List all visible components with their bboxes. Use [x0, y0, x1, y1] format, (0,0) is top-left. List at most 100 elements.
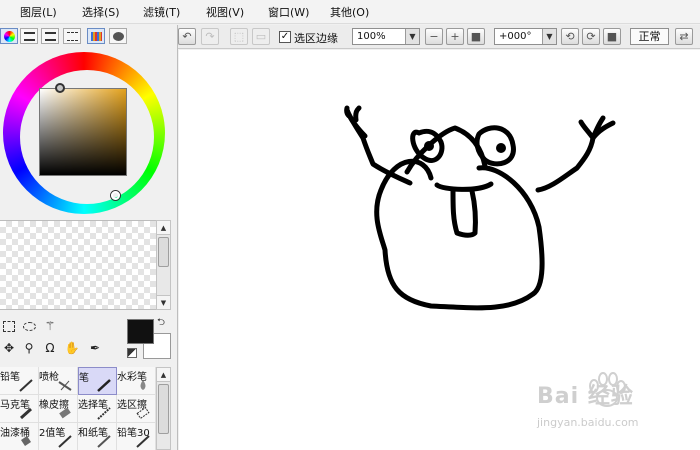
brush-watercolor[interactable]: 水彩笔: [117, 367, 156, 395]
watermark-url: jingyan.baidu.com: [537, 416, 639, 429]
selection-edge-label: 选区边缘: [294, 32, 338, 45]
view-mode-button[interactable]: 正常: [630, 28, 669, 45]
reset-colors-icon[interactable]: [127, 348, 137, 358]
reset-square-icon: ■: [606, 30, 618, 43]
eraser-icon: [59, 407, 71, 419]
brush-selection-eraser[interactable]: 选区擦: [117, 395, 156, 423]
scroll-up-icon[interactable]: ▲: [157, 221, 170, 235]
left-arm-fingers-stroke: [344, 105, 368, 139]
tongue-stroke: [450, 187, 478, 238]
zoom-out-button[interactable]: −: [425, 28, 443, 45]
eyedropper-tool[interactable]: ✒: [86, 339, 104, 357]
magnifier-icon: ⚲: [24, 341, 34, 355]
redo-button[interactable]: ↷: [201, 28, 219, 45]
selection-edge-checkbox[interactable]: ✓: [279, 31, 291, 43]
pencil-30-icon: [136, 435, 150, 448]
brush-pencil[interactable]: 铅笔: [0, 367, 39, 395]
pencil-icon: [19, 379, 33, 392]
hue-marker[interactable]: [55, 83, 65, 93]
scroll-down-icon[interactable]: ▼: [157, 295, 170, 309]
intermediate-color-tab[interactable]: [63, 28, 81, 44]
brush-label: 喷枪: [39, 372, 59, 383]
swap-colors-icon[interactable]: ⮌: [157, 315, 165, 332]
hand-tool[interactable]: ✋: [63, 339, 81, 357]
magic-wand-tool[interactable]: ⚚: [41, 317, 59, 335]
foreground-color-swatch[interactable]: [127, 319, 154, 344]
chevron-down-icon: ▼: [405, 29, 419, 44]
brush-pen[interactable]: 笔: [78, 367, 117, 395]
zoom-select[interactable]: 100% ▼: [352, 28, 420, 45]
right-eye-stroke: [474, 125, 516, 167]
saturation-value-marker[interactable]: [111, 191, 120, 200]
menu-window[interactable]: 窗口(W): [268, 4, 309, 20]
scratchpad-icon: [112, 31, 124, 41]
brush-scrollbar[interactable]: ▲: [156, 367, 171, 450]
menu-view[interactable]: 视图(V): [206, 4, 244, 20]
zoom-reset-button[interactable]: ■: [467, 28, 485, 45]
undo-icon: ↶: [182, 30, 192, 43]
lasso-icon: [22, 321, 36, 331]
scroll-thumb[interactable]: [158, 384, 169, 434]
menu-layer[interactable]: 图层(L): [20, 4, 57, 20]
rotate-tool[interactable]: Ω: [41, 339, 59, 357]
brush-paint-bucket[interactable]: 油漆桶: [0, 423, 39, 450]
undo-button[interactable]: ↶: [178, 28, 196, 45]
brush-pencil-30[interactable]: 铅笔30: [117, 423, 156, 450]
brush-label: 笔: [79, 373, 89, 384]
zoom-tool[interactable]: ⚲: [20, 339, 38, 357]
rotate-left-button[interactable]: ⟲: [561, 28, 579, 45]
swatches-tab[interactable]: [87, 28, 105, 44]
scratchpad-tab[interactable]: [109, 28, 127, 44]
menu-filter[interactable]: 滤镜(T): [143, 4, 180, 20]
rgb-slider-tab[interactable]: [20, 28, 38, 44]
watermark-logo: Bai 经验: [537, 384, 634, 409]
brush-selection-pen[interactable]: 选择笔: [78, 395, 117, 423]
right-eye-pupil: [496, 143, 506, 153]
rotation-value: +000°: [499, 31, 532, 42]
toolbar: ↶ ↷ ⬚ ▭ ✓ 选区边缘 100% ▼ − + ■ +000° ▼ ⟲ ⟳ …: [178, 25, 700, 49]
magic-wand-icon: ⚚: [44, 319, 56, 333]
menu-bar: 图层(L) 选择(S) 滤镜(T) 视图(V) 窗口(W) 其他(O): [0, 0, 700, 24]
invert-selection-icon: ▭: [255, 30, 267, 43]
deselect-button[interactable]: ⬚: [230, 28, 248, 45]
move-icon: ✥: [3, 341, 15, 355]
menu-other[interactable]: 其他(O): [330, 4, 369, 20]
rotation-reset-button[interactable]: ■: [603, 28, 621, 45]
color-wheel-tab[interactable]: [0, 28, 18, 44]
hand-icon: ✋: [64, 341, 80, 355]
left-panel: ▲ ▼ ⚚ ✥ ⚲ Ω ✋ ✒ ⮌ 铅笔 喷枪 笔 水彩笔 马克笔 橡皮擦 选择…: [0, 25, 178, 450]
brush-airbrush[interactable]: 喷枪: [39, 367, 78, 395]
hsv-slider-tab[interactable]: [41, 28, 59, 44]
swatch-scrollbar[interactable]: ▲ ▼: [156, 220, 171, 310]
zoom-in-button[interactable]: +: [446, 28, 464, 45]
chevron-down-icon: ▼: [542, 29, 556, 44]
rotation-select[interactable]: +000° ▼: [494, 28, 557, 45]
invert-selection-button[interactable]: ▭: [252, 28, 270, 45]
saturation-value-square[interactable]: [39, 88, 127, 176]
lasso-tool[interactable]: [20, 317, 38, 335]
color-wheel-icon: [3, 30, 15, 42]
flip-icon: ⇄: [679, 30, 689, 43]
brush-binary-pen[interactable]: 2值笔: [39, 423, 78, 450]
baidu-jingyan-watermark: Bai 经验 jingyan.baidu.com: [533, 372, 700, 440]
rect-select-tool[interactable]: [0, 317, 18, 335]
menu-select[interactable]: 选择(S): [82, 4, 120, 20]
brush-marker[interactable]: 马克笔: [0, 395, 39, 423]
rotate-right-button[interactable]: ⟳: [582, 28, 600, 45]
color-wheel[interactable]: [0, 48, 170, 218]
right-arm-fingers-stroke: [578, 115, 606, 141]
scroll-thumb[interactable]: [158, 237, 169, 267]
zoom-value: 100%: [357, 31, 386, 42]
move-tool[interactable]: ✥: [0, 339, 18, 357]
redo-icon: ↷: [205, 30, 215, 43]
brush-eraser[interactable]: 橡皮擦: [39, 395, 78, 423]
flip-view-button[interactable]: ⇄: [675, 28, 693, 45]
brush-label: 铅笔: [0, 372, 20, 383]
reset-square-icon: ■: [470, 30, 482, 43]
swatch-area[interactable]: [0, 220, 156, 310]
rotate-icon: Ω: [45, 341, 55, 355]
binary-pen-icon: [58, 435, 72, 448]
brush-washi-pen[interactable]: 和纸笔: [78, 423, 117, 450]
scroll-up-icon[interactable]: ▲: [157, 368, 170, 382]
marker-icon: [19, 407, 33, 420]
